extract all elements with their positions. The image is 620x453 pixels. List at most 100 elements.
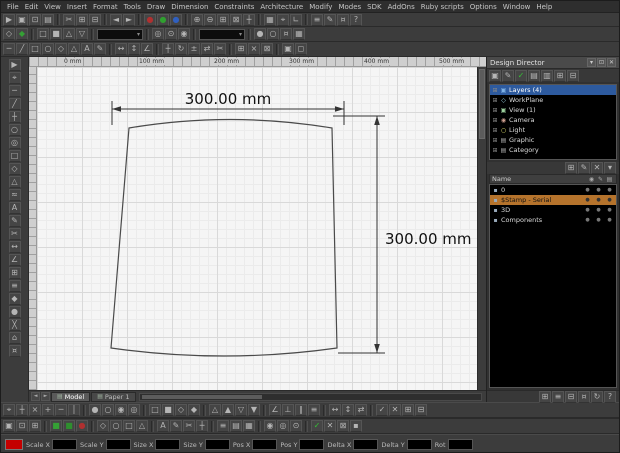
rotate-icon[interactable]: ↻ [175, 43, 187, 55]
concentric-icon[interactable]: ◎ [9, 137, 21, 149]
dd-filter-icon[interactable]: ⊞ [539, 391, 551, 403]
dimension-vertical[interactable]: 300.00 mm [333, 116, 471, 353]
layer-visible-toggle[interactable]: ● [583, 187, 592, 193]
dim-vertical-icon[interactable]: ↕ [128, 43, 140, 55]
tree-item-category[interactable]: ⊞▤Category [490, 145, 616, 155]
paste-icon[interactable]: ⊟ [89, 14, 101, 26]
layer-edit-icon[interactable]: ✎ [502, 70, 514, 82]
mode-green-b-icon[interactable]: ■ [63, 420, 75, 432]
menu-options[interactable]: Options [467, 3, 500, 11]
menu-window[interactable]: Window [500, 3, 534, 11]
dd-refresh-icon[interactable]: ↻ [591, 391, 603, 403]
view-front-icon[interactable]: ■ [50, 28, 62, 40]
field-input-delta-x[interactable] [353, 439, 378, 450]
layer-delete-icon[interactable]: ⊟ [567, 70, 579, 82]
look-at-icon[interactable]: ⊙ [165, 28, 177, 40]
layer-menu-icon[interactable]: ▾ [604, 162, 616, 174]
triangle-icon[interactable]: △ [68, 43, 80, 55]
mode-red-icon[interactable]: ● [76, 420, 88, 432]
dd-help-icon[interactable]: ? [604, 391, 616, 403]
snap-ext-v-icon[interactable]: ↕ [342, 404, 354, 416]
snap-node-icon[interactable]: ● [89, 404, 101, 416]
trim-icon[interactable]: ✂ [214, 43, 226, 55]
mode-text-icon[interactable]: A [157, 420, 169, 432]
polygon-icon[interactable]: ◇ [9, 163, 21, 175]
layer-row-3d[interactable]: ▪3D●●● [490, 205, 616, 215]
view-top-icon[interactable]: □ [37, 28, 49, 40]
mode-pixel-icon[interactable]: ▪ [350, 420, 362, 432]
edit-layer-icon[interactable]: ✎ [578, 162, 590, 174]
tree-item-camera[interactable]: ⊞◉Camera [490, 115, 616, 125]
mode-tri-icon[interactable]: △ [136, 420, 148, 432]
layer-editable-toggle[interactable]: ● [594, 207, 603, 213]
mode-list-icon[interactable]: ≡ [217, 420, 229, 432]
edit-icon[interactable]: ✎ [94, 43, 106, 55]
design-director-header[interactable]: Design Director ▾⊡✕ [487, 57, 619, 69]
dd-collapse-icon[interactable]: ⊟ [565, 391, 577, 403]
snap-solid-icon[interactable]: ■ [162, 404, 174, 416]
menu-architecture[interactable]: Architecture [257, 3, 306, 11]
orbit-icon[interactable]: ◎ [152, 28, 164, 40]
grid-icon[interactable]: ▦ [264, 14, 276, 26]
field-input-size-y[interactable] [205, 439, 230, 450]
new-layer-icon[interactable]: ⊞ [565, 162, 577, 174]
tab-scroll-right-icon[interactable]: ► [41, 392, 50, 401]
snap-rect-icon[interactable]: □ [149, 404, 161, 416]
vertical-scrollbar[interactable] [477, 67, 486, 390]
tree-item-layers-4[interactable]: ⊞▣Layers (4) [490, 85, 616, 95]
sketch-icon[interactable]: ✎ [9, 215, 21, 227]
drawing-canvas[interactable]: 300.00 mm 300.00 mm [37, 67, 477, 390]
view-select-dropdown[interactable]: ▾ [97, 29, 143, 40]
tree-item-view-1[interactable]: ⊞▣View (1) [490, 105, 616, 115]
mode-bool-icon[interactable]: ⊠ [337, 420, 349, 432]
tree-item-light[interactable]: ⊞○Light [490, 125, 616, 135]
field-input-scale-x[interactable] [52, 439, 77, 450]
tree-expand-icon[interactable]: ⊞ [492, 137, 498, 144]
layer-editable-toggle[interactable]: ● [594, 197, 603, 203]
properties-icon[interactable]: ✎ [324, 14, 336, 26]
menu-insert[interactable]: Insert [64, 3, 90, 11]
field-input-rot[interactable] [448, 439, 473, 450]
layers-icon[interactable]: ≡ [9, 280, 21, 292]
tab-model[interactable]: ▤Model [51, 392, 90, 402]
field-input-pos-y[interactable] [299, 439, 324, 450]
tree-item-graphic[interactable]: ⊞▤Graphic [490, 135, 616, 145]
layer-row-stamp-serial[interactable]: ▪$Stamp - Serial●●● [490, 195, 616, 205]
pen-green-icon[interactable]: ● [157, 14, 169, 26]
layer-check-icon[interactable]: ✓ [515, 70, 527, 82]
snap-ring-icon[interactable]: ◎ [128, 404, 140, 416]
layer-visible-toggle[interactable]: ● [583, 197, 592, 203]
array-icon[interactable]: ⊞ [9, 267, 21, 279]
visible-col-icon[interactable]: ◉ [587, 176, 596, 183]
undo-icon[interactable]: ◄ [110, 14, 122, 26]
menu-dimension[interactable]: Dimension [168, 3, 211, 11]
layer-row-components[interactable]: ▪Components●●● [490, 215, 616, 225]
mode-ring-icon[interactable]: ◎ [277, 420, 289, 432]
mode-cancel-icon[interactable]: ✕ [324, 420, 336, 432]
circle-icon[interactable]: ○ [42, 43, 54, 55]
cut-icon[interactable]: ✂ [63, 14, 75, 26]
snap-none-icon[interactable]: ⊟ [415, 404, 427, 416]
menu-help[interactable]: Help [533, 3, 555, 11]
mode-trim-icon[interactable]: ✂ [183, 420, 195, 432]
shadow-icon[interactable]: ▦ [293, 28, 305, 40]
triangle-icon[interactable]: △ [9, 176, 21, 188]
spline-icon[interactable]: ≈ [9, 189, 21, 201]
home-icon[interactable]: ⌂ [9, 332, 21, 344]
view-back-icon[interactable]: ▽ [76, 28, 88, 40]
tree-item-workplane[interactable]: ⊞◇WorkPlane [490, 95, 616, 105]
polygon-icon[interactable]: ◇ [55, 43, 67, 55]
layer-list-header[interactable]: Name ◉✎▤ [489, 174, 617, 184]
snap-v-icon[interactable]: │ [68, 404, 80, 416]
tree-expand-icon[interactable]: ⊞ [492, 127, 498, 134]
tab-scroll-left-icon[interactable]: ◄ [31, 392, 40, 401]
snap-tri-dn-fill-icon[interactable]: ▼ [248, 404, 260, 416]
workplane-3pt-icon[interactable]: ◆ [16, 28, 28, 40]
scale-icon[interactable]: ± [188, 43, 200, 55]
menu-constraints[interactable]: Constraints [211, 3, 257, 11]
tree-expand-icon[interactable]: ⊞ [492, 147, 498, 154]
layer-visible-toggle[interactable]: ● [583, 217, 592, 223]
crosshair-icon[interactable]: ┼ [9, 111, 21, 123]
settings-icon[interactable]: ¤ [337, 14, 349, 26]
mode-grid-icon[interactable]: ⊞ [29, 420, 41, 432]
